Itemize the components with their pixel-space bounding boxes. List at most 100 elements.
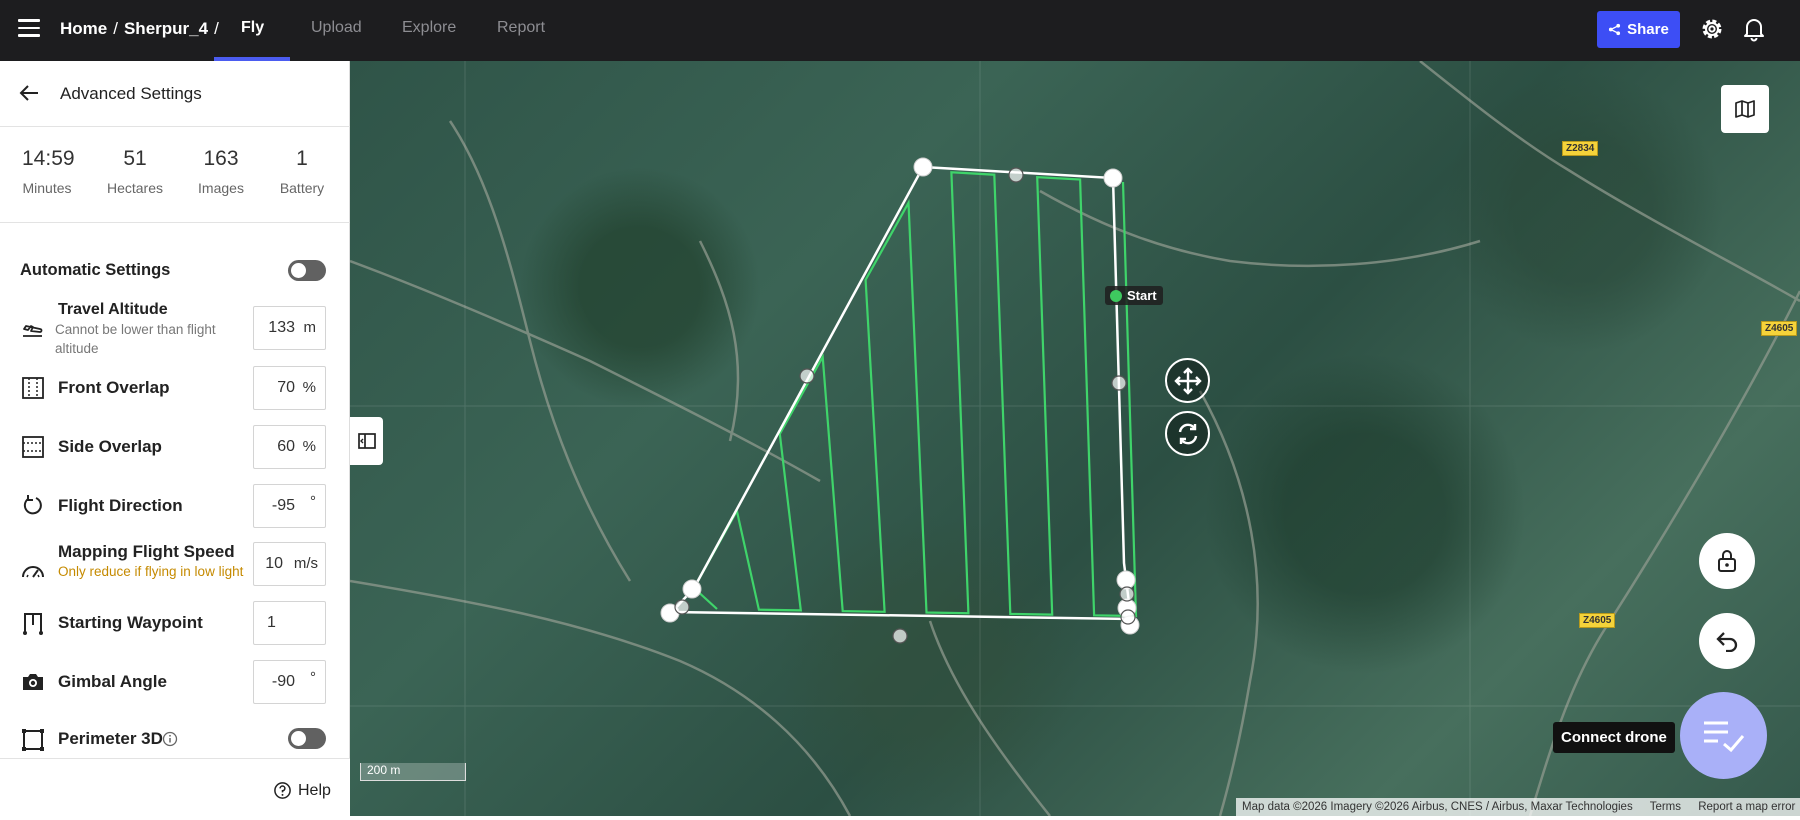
- move-polygon-button[interactable]: [1165, 358, 1210, 403]
- mapping-speed-label: Mapping Flight Speed: [58, 542, 235, 561]
- move-arrows-icon: [1173, 366, 1202, 395]
- stat-battery: 1 Battery: [276, 147, 328, 196]
- travel-altitude-input[interactable]: 133 m: [253, 306, 326, 350]
- map-scale: 200 m: [360, 763, 466, 781]
- starting-waypoint-value: 1: [267, 614, 276, 631]
- survey-area-outline: [669, 165, 1133, 621]
- starting-waypoint-label: Starting Waypoint: [58, 613, 203, 632]
- share-label: Share: [1627, 21, 1669, 38]
- side-overlap-input[interactable]: 60 %: [253, 425, 326, 469]
- stat-value: 1: [296, 147, 308, 170]
- lock-icon: [1718, 550, 1736, 572]
- settings-gear-icon[interactable]: [1699, 16, 1725, 42]
- rotate-icon: [1178, 423, 1197, 444]
- stat-label: Battery: [279, 180, 325, 196]
- checklist-icon: [1703, 721, 1744, 752]
- tab-report[interactable]: Report: [497, 19, 545, 37]
- perimeter-3d-label: Perimeter 3D: [58, 729, 163, 748]
- sidebar-collapse-icon: [357, 433, 376, 449]
- attribution-text: Map data ©2026 Imagery ©2026 Airbus, CNE…: [1242, 801, 1633, 813]
- stat-value: 51: [123, 147, 147, 170]
- rotate-polygon-button[interactable]: [1165, 411, 1210, 456]
- undo-icon: [1716, 632, 1738, 652]
- road-label: Z4605: [1579, 613, 1616, 628]
- front-overlap-input[interactable]: 70 %: [253, 366, 326, 410]
- notification-bell-icon[interactable]: [1741, 16, 1767, 42]
- automatic-settings-toggle[interactable]: [288, 260, 326, 281]
- flight-direction-input[interactable]: -95 °: [253, 484, 326, 528]
- front-overlap-icon: [22, 377, 44, 399]
- map-roads: [350, 61, 1800, 816]
- flight-stats: 14:59 Minutes 51 Hectares 163 Images 1 B…: [0, 127, 350, 223]
- stat-label: Images: [198, 180, 244, 196]
- unit-label: °: [310, 669, 316, 686]
- tab-upload[interactable]: Upload: [311, 19, 362, 37]
- gimbal-angle-value: -90: [271, 673, 295, 690]
- unit-label: m/s: [293, 555, 318, 572]
- flight-path: [692, 171, 1138, 618]
- camera-icon: [23, 674, 43, 690]
- front-overlap-label: Front Overlap: [58, 378, 170, 397]
- mapping-speed-row: Mapping Flight Speed Only reduce if flyi…: [0, 542, 350, 602]
- stat-images: 163 Images: [195, 147, 247, 196]
- flight-direction-label: Flight Direction: [58, 496, 183, 515]
- info-icon[interactable]: [162, 731, 178, 747]
- breadcrumb-project[interactable]: Sherpur_4: [124, 19, 208, 38]
- collapse-panel-button[interactable]: [350, 417, 383, 465]
- tab-fly[interactable]: Fly: [241, 19, 264, 37]
- unit-label: %: [302, 379, 316, 396]
- travel-altitude-row: Travel Altitude Cannot be lower than fli…: [0, 301, 350, 359]
- start-marker[interactable]: Start: [1105, 286, 1163, 305]
- hamburger-icon[interactable]: [18, 19, 40, 37]
- map-overlay: [350, 61, 1800, 816]
- map-attribution: Map data ©2026 Imagery ©2026 Airbus, CNE…: [1236, 798, 1800, 816]
- share-icon: [1609, 23, 1621, 36]
- starting-waypoint-input[interactable]: 1: [253, 601, 326, 645]
- road-label: Z2834: [1562, 141, 1599, 156]
- settings-sidebar: Advanced Settings 14:59 Minutes 51 Hecta…: [0, 61, 350, 820]
- travel-altitude-hint: Cannot be lower than flight altitude: [55, 322, 216, 356]
- map-icon: [1735, 100, 1755, 118]
- side-overlap-value: 60: [277, 438, 295, 455]
- travel-altitude-value: 133: [268, 319, 295, 336]
- stat-label: Hectares: [106, 180, 164, 196]
- undo-button[interactable]: [1699, 613, 1755, 669]
- gimbal-angle-label: Gimbal Angle: [58, 672, 167, 691]
- connect-drone-label: Connect drone: [1553, 722, 1675, 753]
- waypoint-icon: [23, 613, 43, 635]
- road-label: Z4605: [1761, 321, 1798, 336]
- mapping-speed-value: 10: [265, 555, 283, 572]
- side-overlap-icon: [22, 436, 44, 458]
- sidebar-footer: Help: [0, 758, 350, 820]
- unit-label: %: [302, 438, 316, 455]
- stat-value: 163: [203, 147, 239, 170]
- stat-label: Minutes: [22, 180, 72, 196]
- map-grid: [350, 61, 1800, 816]
- mapping-speed-input[interactable]: 10 m/s: [253, 542, 326, 586]
- lock-map-button[interactable]: [1699, 533, 1755, 589]
- gimbal-angle-input[interactable]: -90 °: [253, 660, 326, 704]
- back-arrow-icon[interactable]: [18, 82, 40, 104]
- stat-value: 14:59: [22, 147, 75, 170]
- help-label: Help: [298, 781, 331, 799]
- breadcrumb-home[interactable]: Home: [60, 19, 107, 38]
- tab-explore[interactable]: Explore: [402, 19, 456, 37]
- polygon-vertices[interactable]: [660, 157, 1140, 635]
- connect-drone-button[interactable]: [1680, 692, 1767, 779]
- rotate-direction-icon: [23, 495, 42, 515]
- stat-minutes: 14:59 Minutes: [22, 147, 75, 196]
- sidebar-title: Advanced Settings: [60, 84, 202, 103]
- side-overlap-label: Side Overlap: [58, 437, 162, 456]
- front-overlap-value: 70: [277, 379, 295, 396]
- help-button[interactable]: Help: [273, 781, 331, 800]
- terms-link[interactable]: Terms: [1650, 801, 1681, 813]
- report-map-error-link[interactable]: Report a map error: [1698, 801, 1795, 813]
- perimeter-3d-toggle[interactable]: [288, 728, 326, 749]
- perimeter-3d-row: Perimeter 3D: [0, 721, 350, 757]
- satellite-map[interactable]: Start Z2834 Z4605 Z4605 Connect drone 20…: [350, 61, 1800, 816]
- unit-label: °: [310, 493, 316, 510]
- flight-path-lines: [692, 171, 1138, 618]
- flight-direction-value: -95: [271, 497, 295, 514]
- share-button[interactable]: Share: [1597, 11, 1680, 48]
- map-layers-button[interactable]: [1721, 85, 1769, 133]
